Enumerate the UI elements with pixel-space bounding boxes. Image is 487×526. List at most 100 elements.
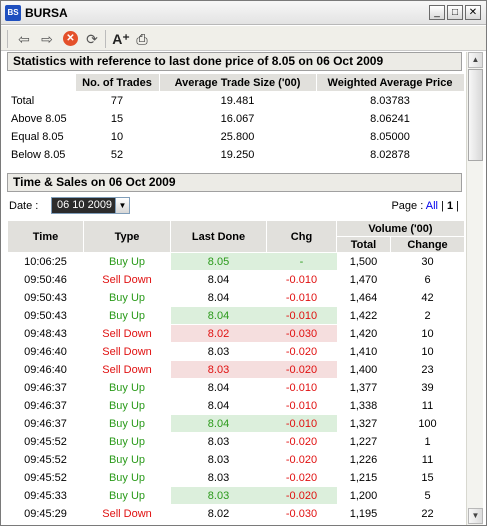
trade-last-done-cell: 8.03 [170,450,267,469]
stats-col-trades: No. of Trades [74,73,160,92]
refresh-icon[interactable]: ⟳ [83,30,101,48]
trade-time-cell: 09:50:43 [7,288,84,307]
stats-trades-cell: 15 [110,112,124,125]
trade-volume-change-cell: 10 [390,342,465,361]
back-arrow-icon[interactable]: ⇦ [15,30,33,48]
trade-time-cell: 09:46:37 [7,414,84,433]
trade-volume-total-cell: 1,500 [336,252,391,271]
trade-volume-total-cell: 1,377 [336,378,391,397]
trade-time-cell: 10:06:25 [7,252,84,271]
trade-type-cell: Buy Up [83,450,171,469]
trade-type-cell: Buy Up [83,306,171,325]
trade-time-cell: 09:45:52 [7,450,84,469]
trade-last-done-cell: 8.02 [170,324,267,343]
trade-type-cell: Buy Up [83,414,171,433]
forward-arrow-icon[interactable]: ⇨ [38,30,56,48]
trade-row: 09:50:43 Buy Up 8.04 -0.010 1,464 42 [7,288,465,307]
trade-row: 09:50:46 Sell Down 8.04 -0.010 1,470 6 [7,270,465,289]
stats-wavg-price-cell: 8.03783 [370,94,410,107]
trade-volume-change-cell: 22 [390,504,465,523]
stats-row-label: Equal 8.05 [11,130,64,143]
pagination: Page : All | 1 | [391,200,459,212]
trade-volume-total-cell: 1,200 [336,486,391,505]
stats-row: Total 77 19.481 8.03783 [7,92,464,110]
vertical-scrollbar[interactable]: ▲ ▼ [466,52,483,525]
col-last-done: Last Done [170,220,267,253]
trade-row: 09:46:37 Buy Up 8.04 -0.010 1,338 11 [7,396,465,415]
col-volume: Volume ('00) [336,220,465,237]
trade-chg-cell: -0.020 [266,432,337,451]
page-all-link[interactable]: All [426,200,438,212]
trade-type-cell: Buy Up [83,432,171,451]
trade-chg-cell: -0.010 [266,414,337,433]
trades-header-row-1: Time Type Last Done Chg Volume ('00) [7,220,465,253]
scroll-up-arrow-icon[interactable]: ▲ [468,52,483,68]
col-total: Total [336,236,391,253]
page-current: 1 [446,200,454,212]
close-button[interactable]: ✕ [465,5,481,20]
stats-row-label: Above 8.05 [11,112,67,125]
trade-volume-total-cell: 1,226 [336,450,391,469]
trade-time-cell: 09:46:40 [7,360,84,379]
trade-last-done-cell: 8.04 [170,306,267,325]
trade-type-cell: Buy Up [83,252,171,271]
trade-chg-cell: -0.010 [266,378,337,397]
trade-volume-change-cell: 30 [390,252,465,271]
date-select[interactable]: 06 10 2009 ▼ [51,197,130,214]
time-sales-table: Time Type Last Done Chg Volume ('00) Tot… [7,220,465,523]
trade-volume-total-cell: 1,464 [336,288,391,307]
scroll-down-arrow-icon[interactable]: ▼ [468,508,483,524]
dropdown-arrow-icon[interactable]: ▼ [115,198,129,213]
trade-type-cell: Buy Up [83,288,171,307]
stats-row-label: Total [11,94,35,107]
bursa-app-icon: BS [5,5,21,21]
trade-row: 09:46:40 Sell Down 8.03 -0.020 1,410 10 [7,342,465,361]
trade-volume-change-cell: 39 [390,378,465,397]
trade-volume-change-cell: 6 [390,270,465,289]
trade-time-cell: 09:45:29 [7,504,84,523]
trade-chg-cell: -0.020 [266,342,337,361]
trade-volume-total-cell: 1,327 [336,414,391,433]
trade-row: 09:46:37 Buy Up 8.04 -0.010 1,327 100 [7,414,465,433]
font-size-icon[interactable]: A⁺ [112,30,130,48]
trade-chg-cell: -0.020 [266,486,337,505]
trade-type-cell: Sell Down [83,342,171,361]
trade-volume-total-cell: 1,410 [336,342,391,361]
trade-volume-change-cell: 10 [390,324,465,343]
trade-chg-cell: -0.020 [266,360,337,379]
scroll-thumb[interactable] [468,69,483,161]
stats-trades-cell: 77 [110,94,124,107]
stats-col-wavg-price: Weighted Average Price [315,73,465,92]
trade-chg-cell: -0.030 [266,324,337,343]
content-area: Statistics with reference to last done p… [4,52,465,525]
date-label: Date : [9,200,39,212]
toolbar-grip [7,30,8,48]
trade-chg-cell: -0.010 [266,270,337,289]
title-bar: BS BURSA _ □ ✕ [1,1,486,25]
trade-row: 09:45:52 Buy Up 8.03 -0.020 1,227 1 [7,432,465,451]
stats-table: No. of Trades Average Trade Size ('00) W… [7,73,465,164]
trade-volume-change-cell: 11 [390,450,465,469]
trade-last-done-cell: 8.03 [170,432,267,451]
print-icon[interactable]: ⎙ [133,30,151,48]
maximize-button[interactable]: □ [447,5,463,20]
trade-volume-change-cell: 15 [390,468,465,487]
trade-time-cell: 09:46:40 [7,342,84,361]
stats-wavg-price-cell: 8.05000 [370,130,410,143]
toolbar: ⇦ ⇨ ✕ ⟳ A⁺ ⎙ [1,26,486,51]
trade-row: 09:46:40 Sell Down 8.03 -0.020 1,400 23 [7,360,465,379]
trade-type-cell: Buy Up [83,486,171,505]
trade-volume-total-cell: 1,227 [336,432,391,451]
trade-row: 09:48:43 Sell Down 8.02 -0.030 1,420 10 [7,324,465,343]
stop-icon[interactable]: ✕ [63,31,78,46]
stats-avg-size-cell: 25.800 [220,130,255,143]
minimize-button[interactable]: _ [429,5,445,20]
trade-last-done-cell: 8.04 [170,396,267,415]
trade-volume-total-cell: 1,420 [336,324,391,343]
trade-time-cell: 09:45:52 [7,432,84,451]
stats-wavg-price-cell: 8.06241 [370,112,410,125]
stats-avg-size-cell: 19.481 [220,94,255,107]
trade-chg-cell: -0.010 [266,288,337,307]
trade-volume-change-cell: 11 [390,396,465,415]
col-chg: Chg [266,220,337,253]
